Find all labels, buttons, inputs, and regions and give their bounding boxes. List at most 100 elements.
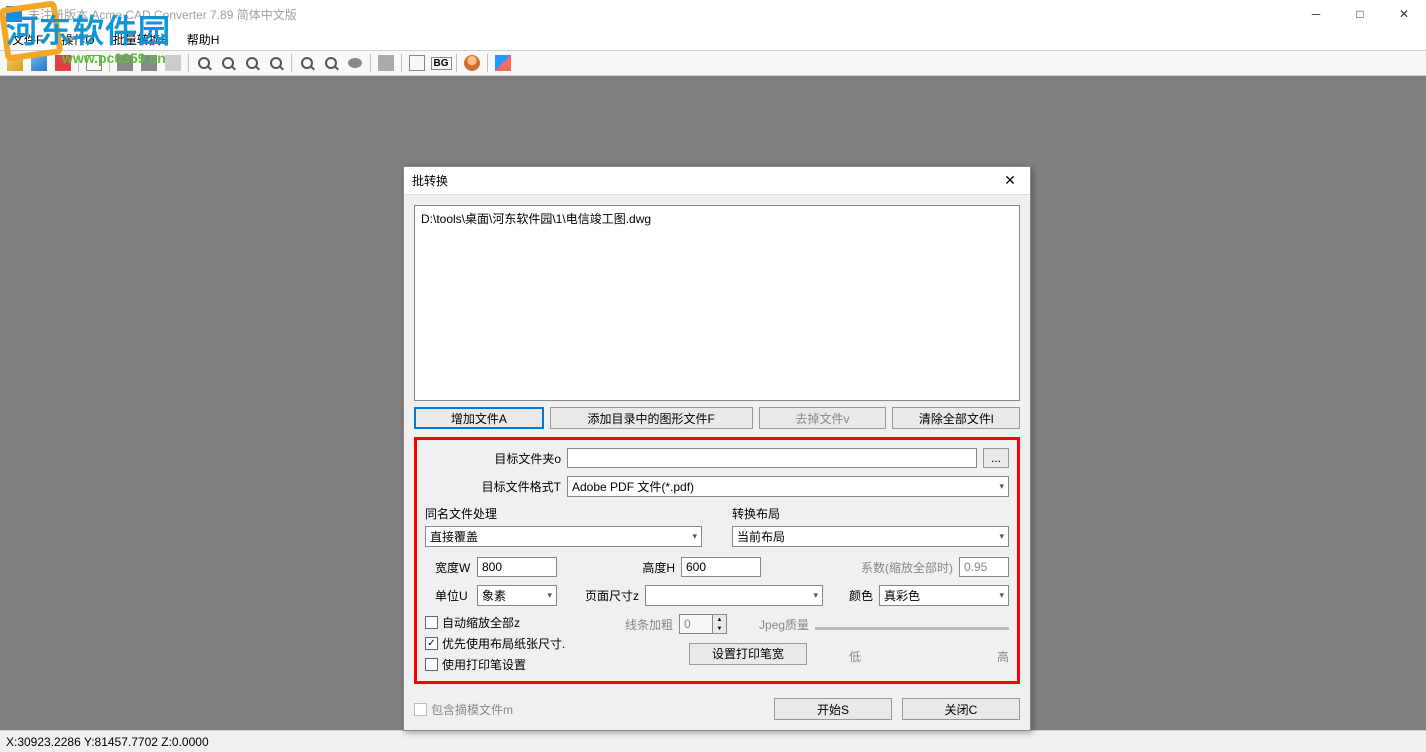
chevron-down-icon: ▾ bbox=[999, 481, 1004, 492]
layout-select[interactable]: 当前布局 ▾ bbox=[732, 526, 1009, 547]
separator-icon bbox=[78, 54, 79, 72]
color-value: 真彩色 bbox=[884, 587, 920, 604]
chevron-down-icon: ▾ bbox=[813, 590, 818, 601]
file-list-item[interactable]: D:\tools\桌面\河东软件园\1\电信竣工图.dwg bbox=[421, 210, 1013, 227]
close-button[interactable]: ✕ bbox=[1382, 0, 1426, 28]
prefer-layout-paper-label: 优先使用布局纸张尺寸. bbox=[442, 635, 565, 652]
zoom-window-button[interactable] bbox=[241, 52, 263, 74]
bg-icon: BG bbox=[431, 57, 452, 70]
layout-label: 转换布局 bbox=[732, 505, 1009, 522]
zoom-fit-button[interactable] bbox=[296, 52, 318, 74]
auto-scale-checkbox[interactable]: 自动缩放全部z bbox=[425, 614, 605, 631]
layers-button[interactable] bbox=[375, 52, 397, 74]
remove-file-button[interactable]: 去掉文件v bbox=[759, 407, 887, 429]
checkbox-icon bbox=[414, 703, 427, 716]
about-button[interactable] bbox=[461, 52, 483, 74]
target-format-select[interactable]: Adobe PDF 文件(*.pdf) ▾ bbox=[567, 476, 1009, 497]
open-icon bbox=[7, 55, 23, 71]
jpeg-quality-slider bbox=[815, 619, 1009, 630]
view-button[interactable] bbox=[344, 52, 366, 74]
checkbox-icon bbox=[425, 616, 438, 629]
email-button[interactable] bbox=[83, 52, 105, 74]
convert-icon bbox=[495, 55, 511, 71]
clear-all-button[interactable]: 清除全部文件l bbox=[892, 407, 1020, 429]
menubar: 文件F 操作O 批量转换B 帮助H bbox=[0, 28, 1426, 50]
zoom-prev-button[interactable] bbox=[265, 52, 287, 74]
page-size-select[interactable]: ▾ bbox=[645, 585, 823, 606]
menu-help[interactable]: 帮助H bbox=[179, 29, 228, 50]
separator-icon bbox=[456, 54, 457, 72]
width-label: 宽度W bbox=[425, 559, 471, 576]
separator-icon bbox=[188, 54, 189, 72]
separator-icon bbox=[291, 54, 292, 72]
zoom-prev-icon bbox=[270, 57, 282, 69]
spinner-down-icon: ▼ bbox=[713, 624, 726, 633]
add-dir-files-button[interactable]: 添加目录中的图形文件F bbox=[550, 407, 753, 429]
dialog-title: 批转换 bbox=[412, 172, 448, 189]
include-template-label: 包含摘模文件m bbox=[431, 701, 513, 718]
height-input[interactable] bbox=[681, 557, 761, 577]
page-size-label: 页面尺寸z bbox=[583, 587, 639, 604]
save-button[interactable] bbox=[28, 52, 50, 74]
statusbar: X:30923.2286 Y:81457.7702 Z:0.0000 bbox=[0, 730, 1426, 752]
menu-operate[interactable]: 操作O bbox=[53, 29, 102, 50]
bg-color-button[interactable]: BG bbox=[430, 52, 452, 74]
minimize-button[interactable]: ─ bbox=[1294, 0, 1338, 28]
copy-button[interactable] bbox=[162, 52, 184, 74]
dialog-close-btn[interactable]: 关闭C bbox=[902, 698, 1020, 720]
zoom-in-icon bbox=[198, 57, 210, 69]
chevron-down-icon: ▾ bbox=[547, 590, 552, 601]
print-icon bbox=[117, 55, 133, 71]
browse-folder-button[interactable]: ... bbox=[983, 448, 1009, 468]
info-icon bbox=[409, 55, 425, 71]
status-coords: X:30923.2286 Y:81457.7702 Z:0.0000 bbox=[6, 735, 209, 749]
print-button[interactable] bbox=[114, 52, 136, 74]
save-icon bbox=[31, 55, 47, 71]
layers-icon bbox=[378, 55, 394, 71]
jpeg-quality-label: Jpeg质量 bbox=[759, 616, 809, 633]
unit-value: 象素 bbox=[482, 587, 506, 604]
dialog-close-button[interactable]: ✕ bbox=[998, 169, 1022, 193]
width-input[interactable] bbox=[477, 557, 557, 577]
menu-batch[interactable]: 批量转换B bbox=[105, 29, 177, 50]
chevron-down-icon: ▾ bbox=[692, 531, 697, 542]
same-name-select[interactable]: 直接覆盖 ▾ bbox=[425, 526, 702, 547]
file-list[interactable]: D:\tools\桌面\河东软件园\1\电信竣工图.dwg bbox=[414, 205, 1020, 401]
prefer-layout-paper-checkbox[interactable]: ✓ 优先使用布局纸张尺寸. bbox=[425, 635, 605, 652]
separator-icon bbox=[401, 54, 402, 72]
delete-button[interactable] bbox=[52, 52, 74, 74]
same-name-label: 同名文件处理 bbox=[425, 505, 702, 522]
zoom-out-button[interactable] bbox=[217, 52, 239, 74]
same-name-value: 直接覆盖 bbox=[430, 528, 478, 545]
zoom-all-button[interactable] bbox=[320, 52, 342, 74]
window-title: 未注册版本 Acme CAD Converter 7.89 简体中文版 bbox=[28, 6, 297, 23]
zoom-all-icon bbox=[325, 57, 337, 69]
auto-scale-label: 自动缩放全部z bbox=[442, 614, 520, 631]
target-folder-input[interactable] bbox=[567, 448, 977, 468]
line-weight-label: 线条加粗 bbox=[625, 616, 673, 633]
unit-label: 单位U bbox=[425, 587, 471, 604]
batch-convert-dialog: 批转换 ✕ D:\tools\桌面\河东软件园\1\电信竣工图.dwg 增加文件… bbox=[403, 166, 1031, 731]
use-pen-label: 使用打印笔设置 bbox=[442, 656, 526, 673]
open-button[interactable] bbox=[4, 52, 26, 74]
checkbox-icon: ✓ bbox=[425, 637, 438, 650]
line-weight-spinner: 0 ▲▼ bbox=[679, 614, 727, 634]
set-pen-width-button[interactable]: 设置打印笔宽 bbox=[689, 643, 807, 665]
start-button[interactable]: 开始S bbox=[774, 698, 892, 720]
menu-file[interactable]: 文件F bbox=[4, 29, 51, 50]
color-select[interactable]: 真彩色 ▾ bbox=[879, 585, 1009, 606]
settings-panel: 目标文件夹o ... 目标文件格式T Adobe PDF 文件(*.pdf) ▾… bbox=[414, 437, 1020, 684]
unit-select[interactable]: 象素 ▾ bbox=[477, 585, 557, 606]
print2-button[interactable] bbox=[138, 52, 160, 74]
zoom-in-button[interactable] bbox=[193, 52, 215, 74]
line-weight-value: 0 bbox=[680, 615, 712, 633]
chevron-down-icon: ▾ bbox=[999, 590, 1004, 601]
convert-button[interactable] bbox=[492, 52, 514, 74]
info-button[interactable] bbox=[406, 52, 428, 74]
email-icon bbox=[86, 55, 102, 71]
add-files-button[interactable]: 增加文件A bbox=[414, 407, 544, 429]
use-pen-checkbox[interactable]: 使用打印笔设置 bbox=[425, 656, 605, 673]
maximize-button[interactable]: □ bbox=[1338, 0, 1382, 28]
include-template-checkbox: 包含摘模文件m bbox=[414, 701, 513, 718]
chevron-down-icon: ▾ bbox=[999, 531, 1004, 542]
